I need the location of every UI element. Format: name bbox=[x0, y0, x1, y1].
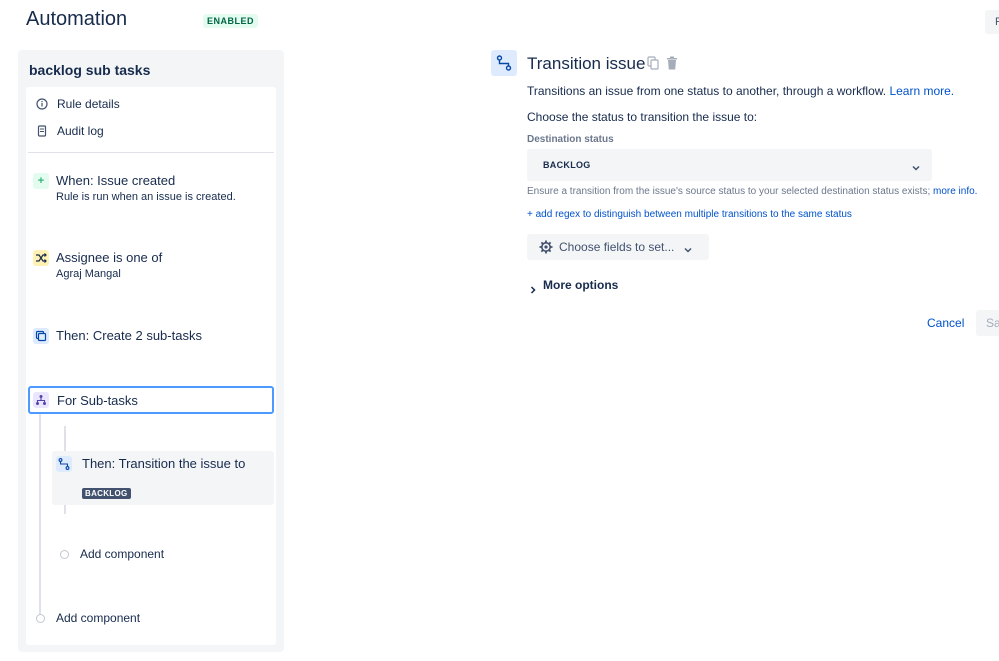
shuffle-icon bbox=[33, 250, 49, 266]
chevron-down-icon bbox=[683, 242, 693, 252]
more-info-link[interactable]: more info. bbox=[933, 186, 977, 197]
choose-fields-button[interactable]: Choose fields to set... bbox=[527, 234, 709, 260]
helper-message: Ensure a transition from the issue's sou… bbox=[527, 186, 930, 197]
destination-status-select[interactable]: BACKLOG bbox=[527, 149, 932, 181]
action-title: Then: Create 2 sub-tasks bbox=[56, 328, 202, 343]
add-component[interactable]: Add component bbox=[36, 611, 140, 625]
rule-sidebar: backlog sub tasks Rule details Audit log… bbox=[18, 50, 284, 652]
component-title: Transition issue bbox=[527, 54, 645, 74]
transition-icon bbox=[491, 50, 517, 76]
chevron-down-icon bbox=[911, 160, 921, 170]
learn-more-link[interactable]: Learn more. bbox=[889, 84, 954, 98]
choose-status-text: Choose the status to transition the issu… bbox=[527, 110, 757, 124]
subtasks-icon bbox=[33, 328, 49, 344]
trigger-subtitle: Rule is run when an issue is created. bbox=[56, 191, 236, 203]
condition-title: Assignee is one of bbox=[56, 250, 162, 265]
choose-fields-label: Choose fields to set... bbox=[559, 240, 674, 254]
rule-details-label: Rule details bbox=[57, 97, 120, 111]
destination-status-value: BACKLOG bbox=[543, 160, 591, 170]
gear-icon bbox=[539, 240, 553, 254]
audit-log-label: Audit log bbox=[57, 124, 104, 138]
cancel-button[interactable]: Cancel bbox=[927, 316, 964, 330]
rule-details-link[interactable]: Rule details bbox=[36, 94, 120, 114]
trigger-title: When: Issue created bbox=[56, 173, 175, 188]
transition-icon bbox=[56, 456, 72, 472]
nested-transition-component[interactable]: Then: Transition the issue to BACKLOG bbox=[52, 451, 274, 505]
status-badge: ENABLED bbox=[203, 14, 258, 28]
top-right-button[interactable]: R bbox=[985, 10, 999, 34]
save-button[interactable]: Save bbox=[976, 310, 999, 336]
add-nested-component-label: Add component bbox=[80, 547, 164, 561]
more-options-toggle[interactable]: More options bbox=[529, 278, 618, 292]
destination-status-label: Destination status bbox=[527, 134, 614, 145]
branch-connector-line bbox=[39, 414, 41, 617]
trash-icon[interactable] bbox=[666, 56, 678, 70]
audit-log-link[interactable]: Audit log bbox=[36, 121, 104, 141]
condition-subtitle: Agraj Mangal bbox=[56, 268, 121, 280]
branch-icon bbox=[33, 392, 49, 408]
add-dot-icon bbox=[60, 550, 69, 559]
description-text: Transitions an issue from one status to … bbox=[527, 84, 886, 98]
info-icon bbox=[36, 98, 48, 110]
helper-text: Ensure a transition from the issue's sou… bbox=[527, 186, 977, 197]
rule-components-card: Rule details Audit log + When: Issue cre… bbox=[26, 87, 276, 645]
menu-divider bbox=[28, 152, 274, 153]
rule-name: backlog sub tasks bbox=[29, 62, 150, 78]
action-component[interactable]: Then: Create 2 sub-tasks bbox=[30, 326, 272, 348]
plus-icon: + bbox=[33, 173, 49, 189]
add-component-label: Add component bbox=[56, 611, 140, 625]
copy-icon[interactable] bbox=[647, 56, 659, 70]
branch-component[interactable]: For Sub-tasks bbox=[28, 386, 274, 414]
page-title: Automation bbox=[26, 8, 127, 31]
branch-title: For Sub-tasks bbox=[57, 393, 138, 408]
document-icon bbox=[36, 125, 48, 137]
chevron-right-icon bbox=[529, 281, 537, 289]
add-nested-component[interactable]: Add component bbox=[60, 547, 164, 561]
component-description: Transitions an issue from one status to … bbox=[527, 84, 954, 98]
add-regex-link[interactable]: + add regex to distinguish between multi… bbox=[527, 209, 852, 220]
more-options-label: More options bbox=[543, 278, 618, 292]
status-lozenge: BACKLOG bbox=[82, 488, 131, 499]
nested-transition-title: Then: Transition the issue to bbox=[82, 456, 252, 472]
condition-component[interactable]: Assignee is one of Agraj Mangal bbox=[30, 248, 272, 284]
trigger-component[interactable]: + When: Issue created Rule is run when a… bbox=[30, 171, 272, 207]
add-dot-icon bbox=[36, 614, 45, 623]
